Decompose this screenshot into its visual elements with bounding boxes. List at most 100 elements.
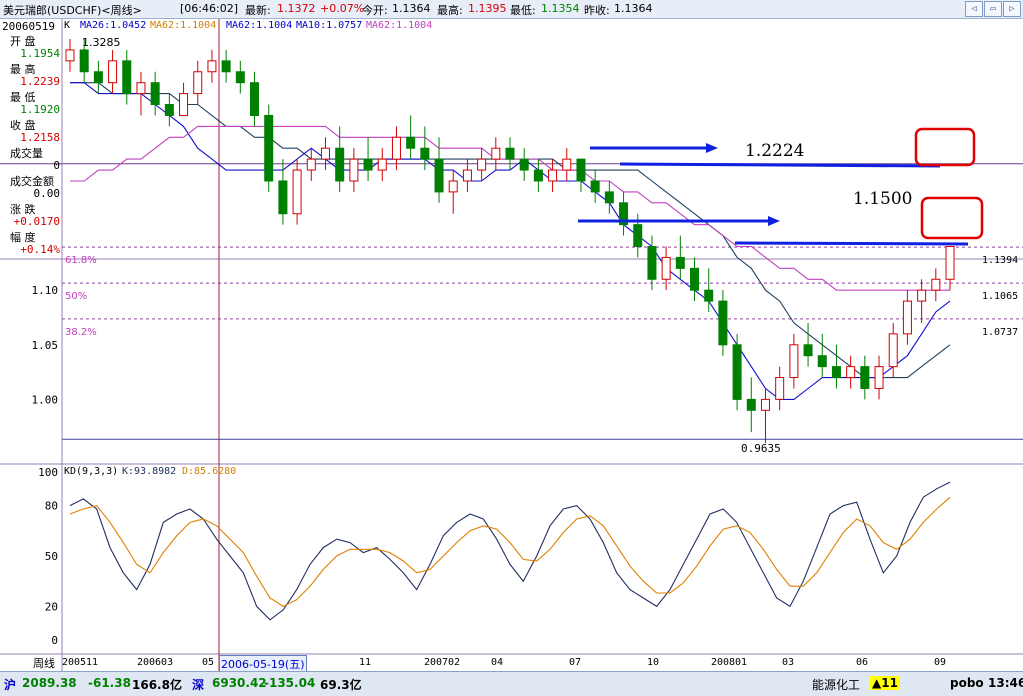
clock: 13:46 [988, 676, 1023, 690]
x-tick-label: 200801 [711, 657, 747, 668]
candle-body [562, 158, 572, 171]
candle-body [491, 147, 501, 160]
line-lower [734, 241, 969, 246]
sz-amount: 69.3亿 [320, 678, 362, 692]
candle-body [902, 300, 912, 335]
x-tick-label: 11 [359, 657, 371, 668]
candle-body [931, 278, 941, 291]
legend-ma26: MA26:1.0452 [80, 20, 147, 31]
status-bar: 沪 2089.38 -61.38 166.8亿 深 6930.42 -135.0… [0, 671, 1023, 696]
y-tick-label: 1.05 [32, 339, 59, 352]
candle-body [278, 180, 288, 215]
kd-tick-label: 20 [45, 600, 58, 613]
prev-close-label: 昨收: [584, 4, 610, 17]
candle-body [65, 49, 75, 62]
prev-icon[interactable]: ◁ [965, 1, 983, 17]
candle-body [775, 377, 785, 400]
candle-body [519, 158, 529, 171]
title-bar: 美元瑞郎(USDCHF)<周线> [06:46:02] 最新: 1.1372 +… [0, 0, 1023, 19]
sz-label: 深 [192, 678, 205, 692]
x-tick-label: 05 [202, 657, 214, 668]
prev-close-value: 1.1364 [614, 2, 653, 15]
x-tick-label: 200603 [137, 657, 173, 668]
info-value: +0.14% [20, 243, 60, 256]
legend-ma62-b: MA62:1.1004 [226, 20, 293, 31]
candle-body [164, 104, 174, 116]
fib-382-label: 38.2% [65, 327, 97, 338]
candle-body [136, 82, 146, 95]
restore-icon[interactable]: ▭ [984, 1, 1002, 17]
candle-body [377, 158, 387, 171]
candle-body [548, 169, 558, 182]
x-tick-label: 07 [569, 657, 581, 668]
x-tick-label: 10 [647, 657, 659, 668]
trough-label: 0.9635 [741, 442, 781, 455]
legend-ma62-c: MA62:1.1004 [366, 20, 433, 31]
candle-body [817, 355, 827, 368]
candle-body [704, 289, 714, 302]
sh-change: -61.38 [88, 676, 131, 690]
info-date: 20060519 [2, 20, 55, 33]
legend-k: K [64, 20, 71, 31]
low-label: 最低: [510, 4, 536, 17]
kd-name: KD(9,3,3) [64, 466, 119, 477]
x-tick-label: 09 [934, 657, 946, 668]
candle-body [335, 147, 345, 182]
sh-index: 2089.38 [22, 676, 77, 690]
candle-body [434, 158, 444, 193]
candle-body [207, 60, 217, 73]
fib-382-value: 1.0737 [982, 327, 1019, 338]
candle-body [760, 398, 770, 411]
x-tick-label: 06 [856, 657, 868, 668]
candle-body [803, 344, 813, 357]
next-icon[interactable]: ▷ [1003, 1, 1021, 17]
candle-body [93, 71, 103, 84]
level-1222-label: 1.2224 [745, 141, 885, 161]
x-tick-label: 200702 [424, 657, 460, 668]
info-value: 1.1920 [20, 103, 60, 116]
brand-logo: pobo [950, 676, 984, 690]
y-tick-label: 1.10 [32, 284, 59, 297]
fib-618-label: 61.8% [65, 255, 97, 266]
candle-body [675, 256, 685, 269]
candle-body [860, 366, 870, 389]
candle-body [690, 267, 700, 291]
candle-body [533, 169, 543, 182]
high-label: 最高: [437, 4, 463, 17]
sh-label: 沪 [4, 678, 17, 692]
candle-body [193, 71, 203, 95]
quote-time: [06:46:02] [180, 2, 238, 15]
candle-body [320, 147, 330, 160]
candle-body [221, 60, 231, 73]
candle-body [590, 180, 600, 193]
fib-50-label: 50% [65, 291, 88, 302]
candle-body [874, 366, 884, 389]
candle-body [888, 333, 898, 368]
sector-count: ▲11 [870, 676, 900, 690]
high-value: 1.1395 [468, 2, 507, 15]
candle-body [349, 158, 359, 182]
x-tick-label: 200511 [62, 657, 98, 668]
legend-ma62-a: MA62:1.1004 [150, 20, 217, 31]
open-label: 今开: [362, 4, 388, 17]
candle-body [647, 246, 657, 280]
candle-body [122, 60, 132, 95]
info-value: 1.2239 [20, 75, 60, 88]
candle-body [292, 169, 302, 215]
candle-body [633, 224, 643, 248]
info-label: 成交量 [10, 147, 43, 160]
fib-50-value: 1.1065 [982, 291, 1019, 302]
peak-label: 1.3285 [82, 36, 121, 49]
fib-618-value: 1.1394 [982, 255, 1019, 266]
kd-tick-label: 80 [45, 500, 58, 513]
candle-body [306, 158, 316, 171]
candle-body [179, 93, 189, 116]
candle-body [264, 114, 274, 182]
low-value: 1.1354 [541, 2, 580, 15]
sz-change: -135.04 [264, 676, 316, 690]
price-chart[interactable]: 1.001.051.100205080100200511 200603 11 2007… [0, 19, 1023, 671]
line-upper [619, 162, 941, 168]
sector-name[interactable]: 能源化工 [812, 676, 860, 693]
info-value: 1.1954 [20, 47, 60, 60]
candle-body [945, 246, 955, 280]
